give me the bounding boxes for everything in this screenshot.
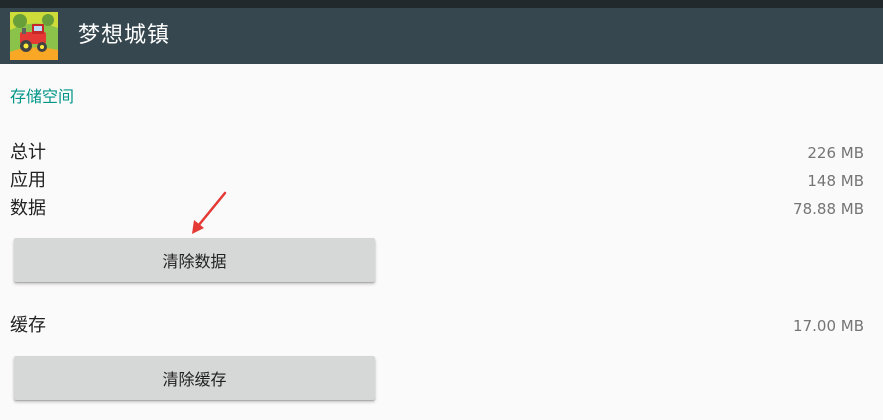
app-header: 梦想城镇 [0, 8, 883, 64]
total-value: 226 MB [807, 144, 864, 162]
app-size-label: 应用 [10, 170, 46, 191]
storage-app-row: 应用 148 MB [10, 167, 864, 195]
cache-label: 缓存 [10, 315, 46, 336]
app-size-value: 148 MB [807, 172, 864, 190]
app-title: 梦想城镇 [78, 23, 171, 48]
storage-section-title: 存储空间 [10, 87, 75, 106]
clear-data-button[interactable]: 清除数据 [14, 238, 375, 282]
cache-value: 17.00 MB [793, 317, 864, 335]
storage-total-row: 总计 226 MB [10, 139, 864, 167]
storage-data-row: 数据 78.88 MB [10, 195, 864, 223]
data-size-label: 数据 [10, 198, 46, 219]
total-label: 总计 [10, 142, 46, 163]
farm-tractor-app-icon [10, 12, 58, 60]
clear-cache-button[interactable]: 清除缓存 [14, 356, 375, 400]
storage-cache-row: 缓存 17.00 MB [10, 312, 864, 340]
data-size-value: 78.88 MB [793, 200, 864, 218]
status-bar [0, 0, 883, 8]
